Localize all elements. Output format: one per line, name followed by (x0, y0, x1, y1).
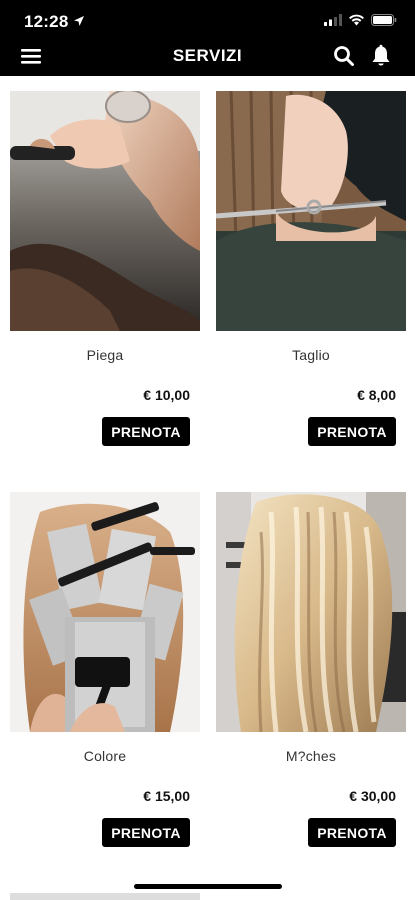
book-button[interactable]: PRENOTA (102, 417, 190, 446)
search-icon[interactable] (333, 44, 355, 68)
service-name: M?ches (285, 748, 337, 764)
status-icons (324, 14, 397, 26)
service-name: Colore (83, 748, 127, 764)
service-price: € 15,00 (143, 788, 190, 804)
book-button[interactable]: PRENOTA (308, 818, 396, 847)
service-image-colore (10, 492, 200, 732)
service-card[interactable]: Taglio € 8,00 PRENOTA (216, 91, 406, 451)
service-card[interactable]: M?ches € 30,00 PRENOTA (216, 492, 406, 852)
bell-icon[interactable] (370, 44, 392, 68)
status-bar: 12:28 (0, 0, 415, 44)
location-arrow-icon (74, 16, 84, 26)
service-price: € 30,00 (349, 788, 396, 804)
wifi-icon (349, 14, 364, 26)
service-price: € 10,00 (143, 387, 190, 403)
service-image-taglio (216, 91, 406, 331)
service-name: Piega (86, 347, 124, 363)
book-button[interactable]: PRENOTA (308, 417, 396, 446)
battery-icon (371, 14, 397, 26)
service-image-piega (10, 91, 200, 331)
service-image-meches (216, 492, 406, 732)
service-price: € 8,00 (357, 387, 396, 403)
signal-icon (324, 14, 342, 26)
app-header: SERVIZI (0, 44, 415, 76)
next-card-peek (10, 893, 200, 900)
service-name: Taglio (292, 347, 330, 363)
home-indicator (134, 884, 282, 889)
service-card[interactable]: Piega € 10,00 PRENOTA (10, 91, 200, 451)
book-button[interactable]: PRENOTA (102, 818, 190, 847)
status-time: 12:28 (24, 12, 69, 31)
service-card[interactable]: Colore € 15,00 PRENOTA (10, 492, 200, 852)
